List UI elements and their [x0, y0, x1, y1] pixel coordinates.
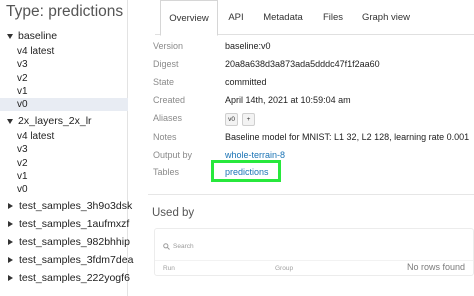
tree-group-header[interactable]: test_samples_982bhhip — [0, 233, 130, 251]
version-item[interactable]: v4 latest — [0, 130, 128, 143]
version-item[interactable]: v2 — [0, 72, 128, 85]
group-name: test_samples_3fdm7dea — [19, 254, 134, 266]
tree-group-test-samples-2[interactable]: test_samples_1aufmxzf — [0, 215, 130, 233]
tree-group-test-samples-4[interactable]: test_samples_3fdm7dea — [0, 251, 133, 269]
caret-right-icon — [8, 275, 13, 281]
version-item[interactable]: v3 — [0, 58, 128, 71]
digest-value: 20a8a638d3a873ada5dddc47f1f2aa60 — [225, 59, 380, 69]
version-item[interactable]: v1 — [0, 170, 128, 183]
caret-right-icon — [8, 221, 13, 227]
tree-group-header[interactable]: test_samples_3fdm7dea — [0, 251, 133, 269]
aliases-value: v0 + — [225, 113, 259, 126]
tabs-bar: Overview API Metadata Files Graph view — [128, 0, 474, 36]
caret-right-icon — [8, 239, 13, 245]
caret-right-icon — [8, 203, 13, 209]
meta-key: Digest — [153, 59, 179, 69]
sidebar: Type: predictions baseline v4 latest v3 … — [0, 0, 133, 296]
sidebar-title: Type: predictions — [6, 3, 124, 20]
tree-group-header[interactable]: test_samples_222yogf6 — [0, 269, 130, 287]
tree-group-header[interactable]: baseline — [0, 27, 128, 45]
version-item-selected[interactable]: v0 — [0, 98, 128, 112]
caret-down-icon — [7, 33, 13, 39]
section-divider — [148, 194, 474, 195]
tree-group-test-samples-3[interactable]: test_samples_982bhhip — [0, 233, 130, 251]
group-name: test_samples_3h9o3dsk — [19, 200, 133, 212]
tab-metadata[interactable]: Metadata — [258, 0, 308, 35]
created-value: April 14th, 2021 at 10:59:04 am — [225, 95, 351, 105]
version-item[interactable]: v4 latest — [0, 45, 128, 58]
meta-key: Notes — [153, 132, 177, 142]
tree-group-2x-layers: 2x_layers_2x_lr v4 latest v3 v2 v1 v0 — [0, 112, 128, 196]
meta-key: Version — [153, 41, 184, 51]
group-name: baseline — [18, 30, 58, 42]
version-item[interactable]: v0 — [0, 183, 128, 196]
meta-key: Created — [153, 95, 186, 105]
highlight-box — [211, 160, 281, 182]
tab-files[interactable]: Files — [316, 0, 350, 35]
state-value: committed — [225, 77, 267, 87]
column-header-group[interactable]: Group — [275, 265, 293, 272]
tab-api[interactable]: API — [220, 0, 252, 35]
group-name: test_samples_982bhhip — [19, 236, 130, 248]
search-placeholder: Search — [173, 242, 194, 250]
column-header-run[interactable]: Run — [163, 265, 175, 272]
meta-key: Output by — [153, 150, 193, 160]
search-input[interactable]: Search — [163, 240, 194, 252]
meta-key: Aliases — [153, 113, 183, 123]
group-name: 2x_layers_2x_lr — [18, 115, 92, 127]
output-by-link[interactable]: whole-terrain-8 — [225, 150, 285, 160]
tree-group-header[interactable]: test_samples_1aufmxzf — [0, 215, 130, 233]
group-name: test_samples_222yogf6 — [19, 272, 130, 284]
meta-key: State — [153, 77, 175, 87]
empty-state-text: No rows found — [407, 262, 466, 272]
main-panel: Overview API Metadata Files Graph view V… — [128, 0, 474, 296]
search-icon — [163, 242, 170, 250]
caret-down-icon — [7, 118, 13, 124]
used-by-title: Used by — [152, 207, 195, 219]
tree-group-header[interactable]: 2x_layers_2x_lr — [0, 112, 128, 130]
version-item[interactable]: v1 — [0, 85, 128, 98]
group-name: test_samples_1aufmxzf — [19, 218, 130, 230]
version-item[interactable]: v3 — [0, 143, 128, 156]
tree-group-test-samples-5[interactable]: test_samples_222yogf6 — [0, 269, 130, 287]
tree-group-test-samples-1[interactable]: test_samples_3h9o3dsk — [0, 197, 132, 215]
tab-overview[interactable]: Overview — [160, 0, 218, 36]
alias-chip[interactable]: v0 — [225, 113, 238, 126]
tab-graph-view[interactable]: Graph view — [359, 0, 413, 35]
meta-key: Tables — [153, 167, 180, 177]
add-alias-button[interactable]: + — [242, 113, 255, 126]
notes-value[interactable]: Baseline model for MNIST: L1 32, L2 128,… — [225, 132, 469, 142]
tree-group-header[interactable]: test_samples_3h9o3dsk — [0, 197, 132, 215]
version-item[interactable]: v2 — [0, 157, 128, 170]
version-value: baseline:v0 — [225, 41, 271, 51]
tree-group-baseline: baseline v4 latest v3 v2 v1 v0 — [0, 27, 128, 112]
caret-right-icon — [8, 257, 13, 263]
panel-divider — [155, 260, 473, 261]
used-by-panel: Search Run Group No rows found — [154, 228, 474, 276]
